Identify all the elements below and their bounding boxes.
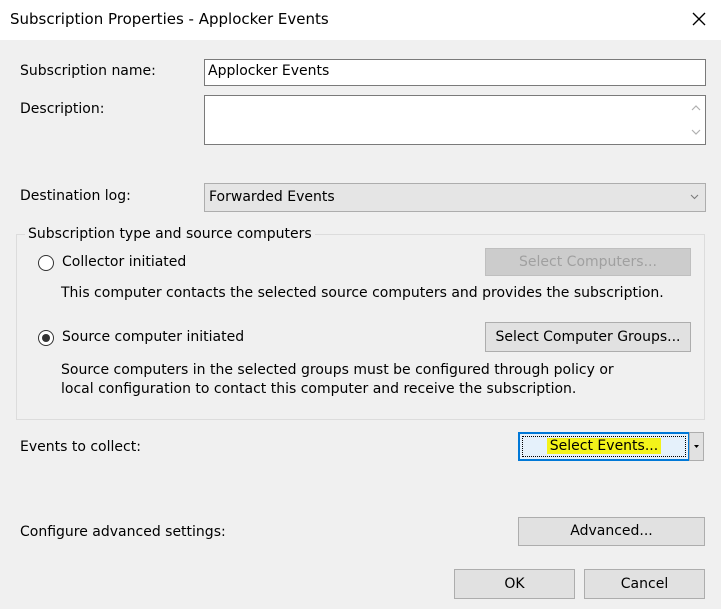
source-initiated-description-line1: Source computers in the selected groups … — [61, 362, 614, 378]
advanced-settings-label: Configure advanced settings: — [20, 524, 226, 540]
subscription-name-input[interactable]: Applocker Events — [204, 59, 706, 86]
ok-button[interactable]: OK — [454, 569, 575, 599]
focus-rectangle — [522, 436, 686, 457]
chevron-down-icon[interactable] — [691, 127, 701, 137]
destination-log-value: Forwarded Events — [209, 189, 335, 205]
close-icon — [692, 12, 706, 26]
collector-initiated-label: Collector initiated — [62, 254, 187, 270]
description-input[interactable] — [204, 95, 706, 145]
source-initiated-label: Source computer initiated — [62, 329, 245, 345]
advanced-button[interactable]: Advanced... — [518, 517, 705, 546]
title-bar: Subscription Properties - Applocker Even… — [0, 0, 721, 40]
close-button[interactable] — [687, 7, 711, 31]
radio-selected-dot — [42, 334, 50, 342]
source-initiated-radio[interactable] — [38, 330, 54, 346]
select-events-dropdown[interactable] — [689, 432, 704, 461]
destination-log-label: Destination log: — [20, 188, 131, 204]
subscription-name-value: Applocker Events — [208, 63, 330, 79]
window-title: Subscription Properties - Applocker Even… — [10, 10, 329, 28]
chevron-down-icon — [690, 194, 699, 200]
select-computers-button[interactable]: Select Computers... — [485, 248, 691, 276]
collector-initiated-radio[interactable] — [38, 255, 54, 271]
source-initiated-description-line2: local configuration to contact this comp… — [61, 381, 577, 397]
collector-initiated-description: This computer contacts the selected sour… — [61, 285, 664, 301]
cancel-button[interactable]: Cancel — [584, 569, 705, 599]
destination-log-select[interactable]: Forwarded Events — [204, 183, 706, 212]
description-label: Description: — [20, 101, 105, 117]
caret-down-icon — [694, 445, 699, 448]
chevron-up-icon[interactable] — [691, 103, 701, 113]
select-events-button[interactable]: Select Events... — [518, 432, 690, 461]
events-to-collect-label: Events to collect: — [20, 439, 141, 455]
select-computer-groups-button[interactable]: Select Computer Groups... — [485, 322, 691, 352]
subscription-name-label: Subscription name: — [20, 63, 156, 79]
subscription-type-group-title: Subscription type and source computers — [25, 226, 315, 242]
